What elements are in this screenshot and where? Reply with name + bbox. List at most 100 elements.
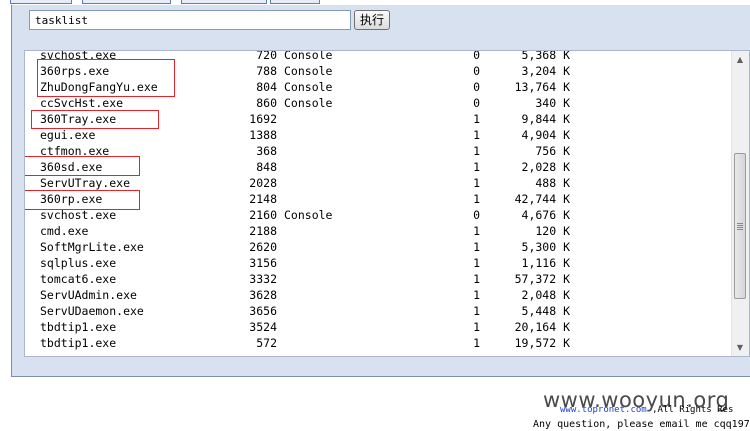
footer-site-link[interactable]: www.topronet.com <box>560 405 647 415</box>
grip-icon <box>737 223 743 230</box>
process-session: Console <box>284 208 333 222</box>
process-session-number: 1 <box>473 256 480 270</box>
process-name: ServUDaemon.exe <box>40 304 144 318</box>
process-memory: 4,904 K <box>521 128 570 142</box>
process-pid: 2148 <box>249 192 277 206</box>
tab-2[interactable] <box>82 0 171 4</box>
process-row: ServUDaemon.exe 3656 1 5,448 K <box>25 303 725 319</box>
process-memory: 488 K <box>535 176 570 190</box>
command-input[interactable] <box>29 10 351 30</box>
process-session-number: 1 <box>473 144 480 158</box>
process-pid: 3524 <box>249 320 277 334</box>
process-session-number: 0 <box>473 50 480 62</box>
process-pid: 3656 <box>249 304 277 318</box>
process-row: ServUAdmin.exe 3628 1 2,048 K <box>25 287 725 303</box>
process-session-number: 0 <box>473 64 480 78</box>
process-row: sqlplus.exe 3156 1 1,116 K <box>25 255 725 271</box>
process-row: ccSvcHst.exe 860 Console 0 340 K <box>25 95 725 111</box>
highlight-box-360rps <box>37 59 175 97</box>
scroll-down-icon[interactable]: ▼ <box>732 339 748 356</box>
process-memory: 1,116 K <box>521 256 570 270</box>
process-memory: 5,300 K <box>521 240 570 254</box>
process-pid: 368 <box>256 144 277 158</box>
process-name: SoftMgrLite.exe <box>40 240 144 254</box>
process-pid: 2160 <box>249 208 277 222</box>
footer-rights: ,All Rights Res <box>646 405 734 415</box>
process-memory: 5,448 K <box>521 304 570 318</box>
scrollbar-thumb[interactable] <box>734 153 746 299</box>
vertical-scrollbar[interactable]: ▲ ▼ <box>731 51 749 356</box>
command-output[interactable]: svchost.exe 720 Console 0 5,368 K 360rps.exe 7… <box>24 50 750 357</box>
process-memory: 5,368 K <box>521 50 570 62</box>
command-panel: 执行 svchost.exe720Console05,368 K360rps.e… <box>11 5 750 377</box>
process-memory: 2,048 K <box>521 288 570 302</box>
process-pid: 2188 <box>249 224 277 238</box>
tab-1[interactable] <box>10 0 72 4</box>
process-memory: 756 K <box>535 144 570 158</box>
process-memory: 13,764 K <box>514 80 570 94</box>
process-session-number: 0 <box>473 208 480 222</box>
highlight-box-360sd <box>25 156 140 176</box>
process-memory: 120 K <box>535 224 570 238</box>
process-memory: 4,676 K <box>521 208 570 222</box>
scroll-up-icon[interactable]: ▲ <box>732 51 748 68</box>
process-memory: 19,572 K <box>514 336 570 350</box>
highlight-box-360tray <box>31 110 159 129</box>
process-name: tbdtip1.exe <box>40 320 117 334</box>
process-pid: 720 <box>256 50 277 62</box>
process-row: egui.exe 1388 1 4,904 K <box>25 127 725 143</box>
process-session-number: 1 <box>473 272 480 286</box>
process-pid: 572 <box>256 336 277 350</box>
process-pid: 788 <box>256 64 277 78</box>
process-session-number: 1 <box>473 112 480 126</box>
process-name: tbdtip1.exe <box>40 336 117 350</box>
process-pid: 2620 <box>249 240 277 254</box>
process-pid: 1388 <box>249 128 277 142</box>
process-session-number: 1 <box>473 336 480 350</box>
process-name: ServUAdmin.exe <box>40 288 137 302</box>
process-session: Console <box>284 50 333 62</box>
process-session: Console <box>284 80 333 94</box>
process-memory: 57,372 K <box>514 272 570 286</box>
process-session-number: 1 <box>473 240 480 254</box>
process-pid: 3628 <box>249 288 277 302</box>
process-session-number: 1 <box>473 176 480 190</box>
process-session: Console <box>284 96 333 110</box>
process-pid: 860 <box>256 96 277 110</box>
process-memory: 3,204 K <box>521 64 570 78</box>
process-pid: 804 <box>256 80 277 94</box>
tab-4[interactable] <box>270 0 320 4</box>
process-pid: 2028 <box>249 176 277 190</box>
process-name: ccSvcHst.exe <box>40 96 124 110</box>
process-name: ServUTray.exe <box>40 176 131 190</box>
process-name: egui.exe <box>40 128 96 142</box>
process-session-number: 1 <box>473 304 480 318</box>
process-session-number: 1 <box>473 160 480 174</box>
process-session-number: 0 <box>473 96 480 110</box>
process-row: ServUTray.exe 2028 1 488 K <box>25 175 725 191</box>
process-row: tbdtip1.exe 572 1 19,572 K <box>25 335 725 351</box>
process-memory: 340 K <box>535 96 570 110</box>
process-memory: 9,844 K <box>521 112 570 126</box>
process-session-number: 1 <box>473 192 480 206</box>
process-row: SoftMgrLite.exe 2620 1 5,300 K <box>25 239 725 255</box>
process-name: cmd.exe <box>40 224 89 238</box>
process-memory: 42,744 K <box>514 192 570 206</box>
process-session: Console <box>284 64 333 78</box>
process-memory: 20,164 K <box>514 320 570 334</box>
process-row: tomcat6.exe 3332 1 57,372 K <box>25 271 725 287</box>
process-session-number: 1 <box>473 320 480 334</box>
process-session-number: 1 <box>473 224 480 238</box>
process-name: tomcat6.exe <box>40 272 117 286</box>
process-pid: 3156 <box>249 256 277 270</box>
process-session-number: 0 <box>473 80 480 94</box>
footer-contact: Any question, please email me cqq197 <box>533 419 750 430</box>
process-memory: 2,028 K <box>521 160 570 174</box>
highlight-box-360rp <box>25 190 140 210</box>
process-row: tbdtip1.exe 3524 1 20,164 K <box>25 319 725 335</box>
tab-3[interactable] <box>181 0 267 4</box>
process-session-number: 1 <box>473 128 480 142</box>
process-pid: 848 <box>256 160 277 174</box>
execute-button[interactable]: 执行 <box>354 10 390 30</box>
process-row: cmd.exe 2188 1 120 K <box>25 223 725 239</box>
